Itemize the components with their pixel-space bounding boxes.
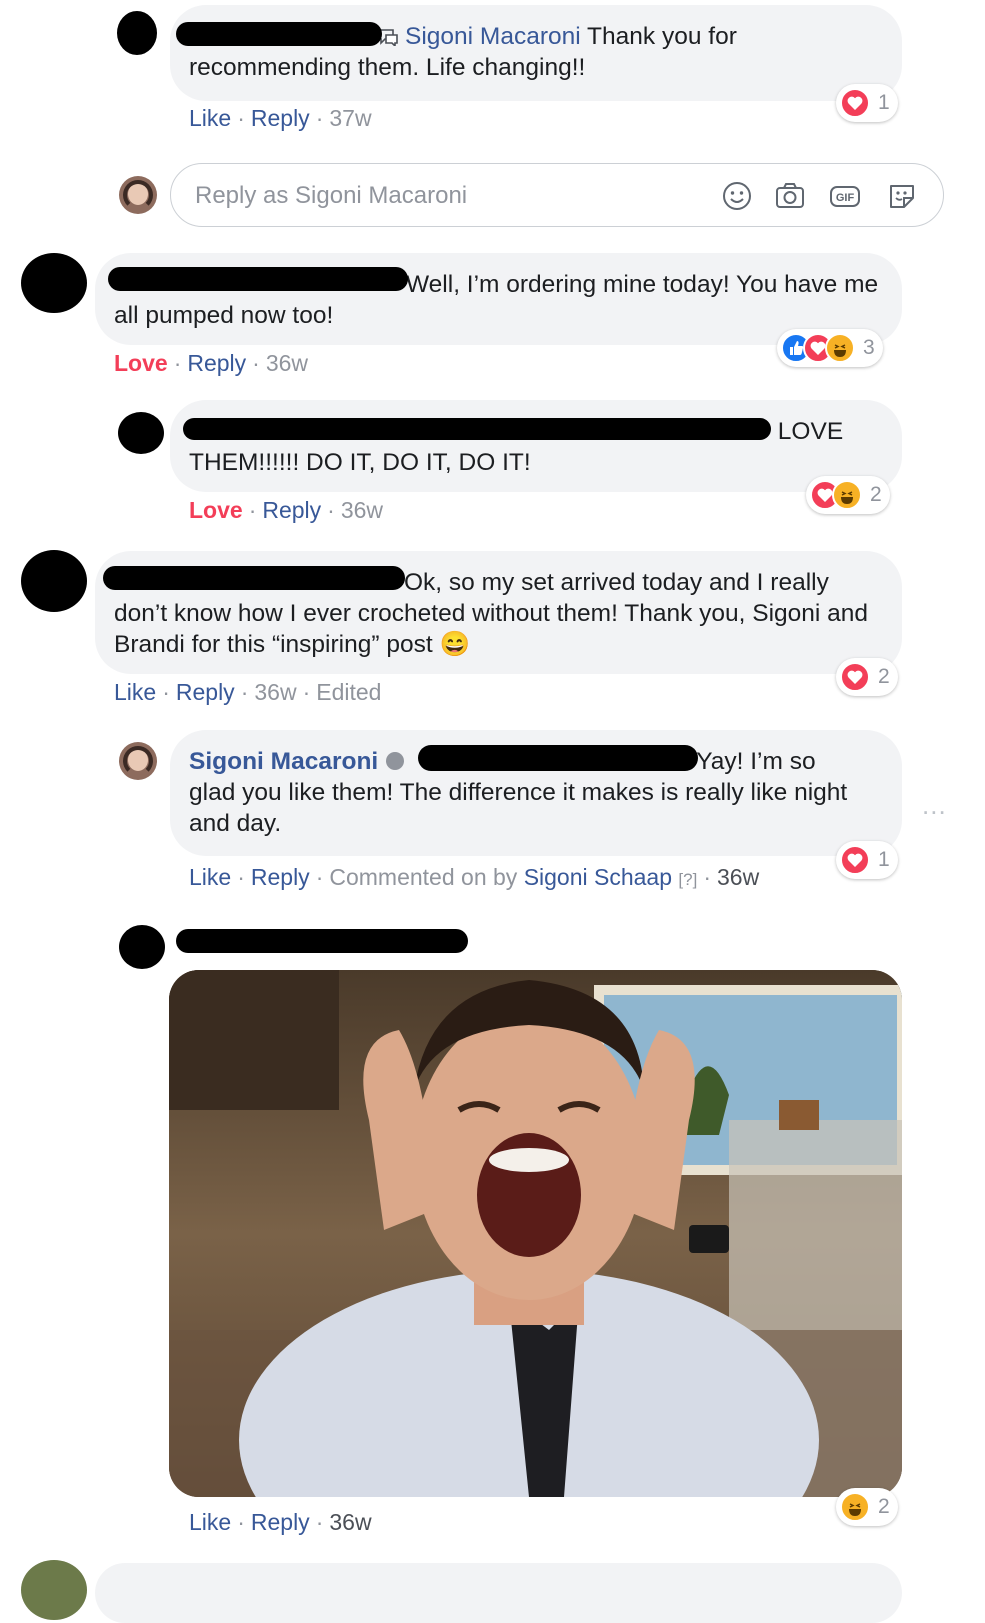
reply-link[interactable]: Reply xyxy=(187,350,246,376)
like-link[interactable]: Like xyxy=(189,105,231,131)
camera-icon[interactable] xyxy=(772,178,808,214)
commenter-avatar[interactable] xyxy=(117,11,157,55)
haha-reaction-icon xyxy=(832,480,862,510)
gif-icon[interactable]: GIF xyxy=(827,178,863,214)
love-reaction-icon xyxy=(840,845,870,875)
author-avatar[interactable] xyxy=(119,742,157,780)
commenter-avatar[interactable] xyxy=(21,253,87,313)
comment-bubble: LOVE THEM!!!!!! DO IT, DO IT, DO IT! xyxy=(170,400,902,492)
sticker-icon[interactable] xyxy=(884,178,920,214)
comment-actions: Like · Reply · 37w xyxy=(189,105,372,131)
commenter-avatar[interactable] xyxy=(21,1560,87,1620)
reply-link[interactable]: Reply xyxy=(251,864,310,890)
reaction-count-label: 2 xyxy=(870,483,882,506)
reaction-count-label: 3 xyxy=(863,336,875,359)
comment-actions: Like · Reply · Commented on by Sigoni Schaap… xyxy=(189,864,760,890)
love-reaction-icon xyxy=(840,88,870,118)
reaction-count-label: 2 xyxy=(878,665,890,688)
reaction-count-label: 2 xyxy=(878,1495,890,1518)
timestamp[interactable]: 37w xyxy=(329,105,371,131)
reply-link[interactable]: Reply xyxy=(251,1509,310,1535)
love-link[interactable]: Love xyxy=(114,350,168,376)
timestamp[interactable]: 36w xyxy=(717,864,759,890)
reply-box[interactable]: GIF xyxy=(170,163,944,227)
comment-bubble: Sigoni Macaroni Thank you for recommendi… xyxy=(170,5,902,101)
reaction-count[interactable]: 1 xyxy=(836,84,898,122)
reaction-count[interactable]: 2 xyxy=(836,658,898,696)
reaction-count-label: 1 xyxy=(878,91,890,114)
comment-bubble xyxy=(95,1563,902,1623)
timestamp[interactable]: 36w xyxy=(254,679,296,705)
redacted-name xyxy=(108,267,408,291)
love-link[interactable]: Love xyxy=(189,497,243,523)
comment-actions: Love · Reply · 36w xyxy=(114,350,309,376)
gif-attachment[interactable] xyxy=(169,970,902,1497)
like-link[interactable]: Like xyxy=(114,679,156,705)
commenter-avatar[interactable] xyxy=(119,925,165,969)
commenter-avatar[interactable] xyxy=(118,412,164,454)
reaction-count-label: 1 xyxy=(878,848,890,871)
commenter-link[interactable]: Sigoni Schaap xyxy=(524,864,672,890)
haha-reaction-icon xyxy=(840,1492,870,1522)
reply-link[interactable]: Reply xyxy=(262,497,321,523)
comment-actions: Like · Reply · 36w xyxy=(189,1509,372,1535)
grinning-emoji: 😄 xyxy=(439,631,470,658)
like-link[interactable]: Like xyxy=(189,1509,231,1535)
commenter-avatar[interactable] xyxy=(21,550,87,612)
reply-link[interactable]: Reply xyxy=(176,679,235,705)
verified-badge-icon xyxy=(386,752,405,770)
gif-image xyxy=(169,970,902,1497)
reaction-count[interactable]: 2 xyxy=(806,476,890,514)
timestamp[interactable]: 36w xyxy=(341,497,383,523)
reaction-count[interactable]: 1 xyxy=(836,841,898,879)
redacted-name xyxy=(103,566,405,590)
love-reaction-icon xyxy=(840,662,870,692)
commented-on-label: Commented on by xyxy=(329,864,518,890)
reply-input[interactable] xyxy=(193,176,697,216)
edited-label[interactable]: Edited xyxy=(316,679,381,705)
svg-text:GIF: GIF xyxy=(836,192,855,204)
redacted-name xyxy=(183,418,771,440)
emoji-icon[interactable] xyxy=(719,178,755,214)
redacted-name xyxy=(176,22,382,46)
redacted-name xyxy=(418,745,698,771)
comment-actions: Like · Reply · 36w · Edited xyxy=(114,679,382,705)
help-link[interactable]: [?] xyxy=(678,870,697,889)
timestamp[interactable]: 36w xyxy=(266,350,308,376)
like-link[interactable]: Like xyxy=(189,864,231,890)
timestamp[interactable]: 36w xyxy=(329,1509,371,1535)
user-avatar xyxy=(119,176,157,214)
more-options-icon[interactable]: ... xyxy=(922,790,947,821)
haha-reaction-icon xyxy=(825,333,855,363)
reply-link[interactable]: Reply xyxy=(251,105,310,131)
reaction-count[interactable]: 3 xyxy=(777,329,883,367)
author-name[interactable]: Sigoni Macaroni xyxy=(189,748,378,775)
reaction-count[interactable]: 2 xyxy=(836,1488,898,1526)
comment-actions: Love · Reply · 36w xyxy=(189,497,384,523)
redacted-name xyxy=(176,929,468,953)
mention-link[interactable]: Sigoni Macaroni xyxy=(405,23,581,50)
